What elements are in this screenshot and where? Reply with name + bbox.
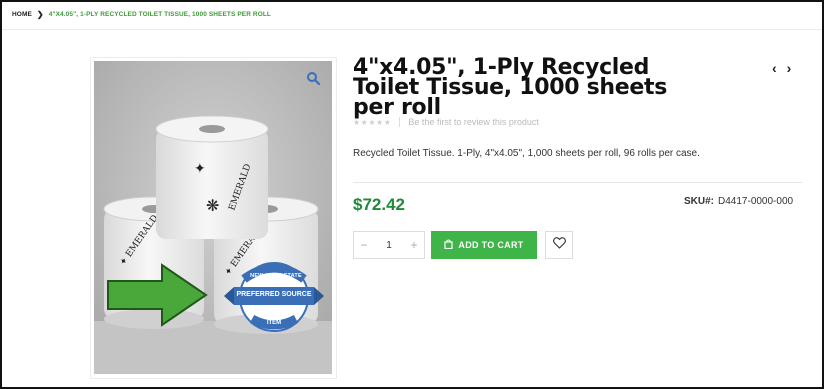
product-nav: ‹ ›	[772, 60, 791, 76]
add-to-cart-button[interactable]: ADD TO CART	[431, 231, 537, 259]
wishlist-button[interactable]	[545, 231, 573, 259]
svg-text:✦: ✦	[194, 161, 206, 177]
arrow-right-icon[interactable]: ›	[787, 60, 792, 76]
cart-bag-icon	[444, 239, 454, 251]
breadcrumb-separator-icon: ❯	[36, 10, 44, 19]
rating-stars: ★★★★★	[353, 117, 392, 127]
product-gallery: ✦ EMERALD ✦ EMERALD ✦ ❋ EMERALD NEW YORK…	[90, 57, 337, 379]
quantity-plus-button[interactable]: +	[404, 238, 424, 252]
svg-text:❋: ❋	[206, 196, 219, 215]
product-description: Recycled Toilet Tissue. 1-Ply, 4"x4.05",…	[353, 148, 700, 159]
quantity-stepper: − 1 +	[353, 231, 425, 259]
add-to-cart-label: ADD TO CART	[458, 240, 524, 250]
sku-value: D4417-0000-000	[718, 196, 794, 207]
product-photo-illustration: ✦ EMERALD ✦ EMERALD ✦ ❋ EMERALD	[94, 61, 332, 374]
rating-divider	[399, 117, 401, 127]
quantity-minus-button[interactable]: −	[354, 238, 374, 252]
heart-icon	[552, 236, 566, 254]
product-image[interactable]: ✦ EMERALD ✦ EMERALD ✦ ❋ EMERALD NEW YORK…	[94, 61, 332, 374]
sku-label: SKU#:	[684, 196, 715, 207]
review-link[interactable]: Be the first to review this product	[408, 117, 539, 127]
breadcrumb: HOME ❯ 4"X4.05", 1-PLY RECYCLED TOILET T…	[12, 10, 271, 19]
sku: SKU#: D4417-0000-000	[684, 196, 793, 207]
product-title: 4"x4.05", 1-Ply Recycled Toilet Tissue, …	[353, 55, 668, 120]
badge-bottom-text: ITEM	[266, 320, 282, 326]
badge-middle-text: PREFERRED SOURCE	[236, 291, 312, 298]
arrow-left-icon[interactable]: ‹	[772, 60, 777, 76]
breadcrumb-current: 4"X4.05", 1-PLY RECYCLED TOILET TISSUE, …	[48, 11, 271, 18]
zoom-icon[interactable]	[306, 71, 321, 86]
rating-row: ★★★★★ Be the first to review this produc…	[353, 117, 539, 127]
badge-top-text: NEW YORK STATE	[250, 273, 302, 279]
roll-top: ✦ ❋ EMERALD	[155, 115, 269, 239]
price-divider	[353, 182, 802, 183]
header-divider	[2, 29, 822, 30]
product-price: $72.42	[353, 195, 405, 214]
page-frame: HOME ❯ 4"X4.05", 1-PLY RECYCLED TOILET T…	[0, 0, 824, 389]
breadcrumb-home-link[interactable]: HOME	[12, 11, 32, 18]
quantity-input[interactable]: 1	[386, 240, 392, 251]
